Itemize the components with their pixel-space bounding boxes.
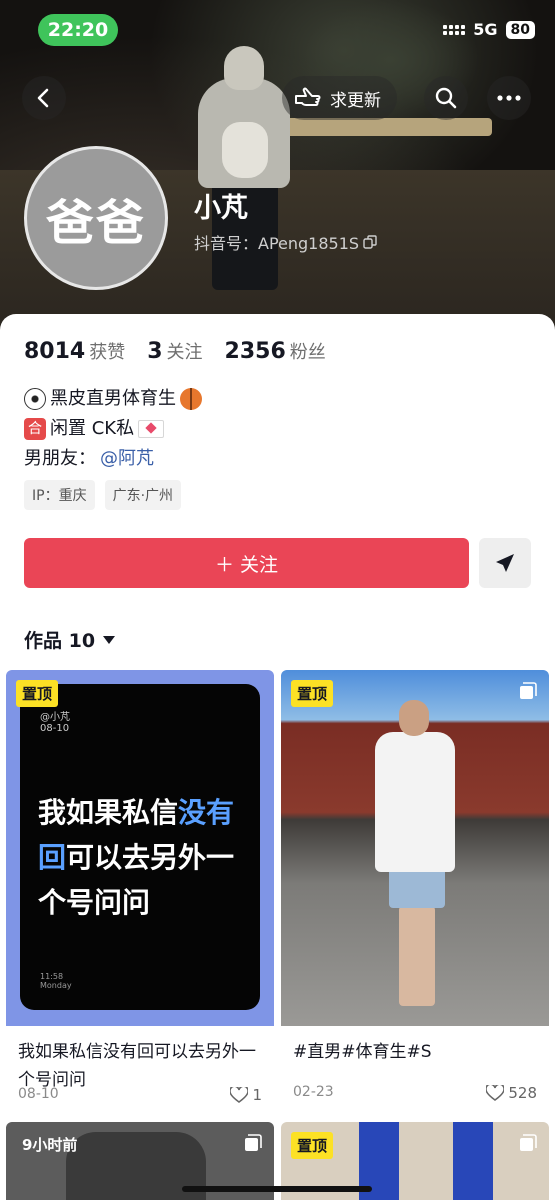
- douyin-id[interactable]: 抖音号：APeng1851S: [194, 230, 377, 254]
- stat-likes-label: 获赞: [89, 342, 126, 363]
- phone-time: 11:58: [40, 972, 64, 981]
- follow-button[interactable]: ＋ 关注: [24, 538, 469, 588]
- search-button[interactable]: [424, 76, 468, 120]
- phone-header: @小芃 08-10: [40, 708, 70, 734]
- battery-icon: 80: [505, 20, 535, 39]
- avatar[interactable]: 爸爸: [24, 146, 168, 290]
- profile-stats: 8014 获赞 3 关注 2356 粉丝: [24, 338, 326, 364]
- pinned-badge: 置顶: [291, 680, 334, 707]
- bio-text-2: 闲置 CK私: [50, 418, 135, 439]
- pinned-badge: 置顶: [16, 680, 59, 707]
- ip-location-tag: IP：重庆: [24, 480, 95, 510]
- stat-followers[interactable]: 2356 粉丝: [225, 338, 326, 364]
- phone-date: 08-10: [40, 723, 70, 734]
- work-likes[interactable]: 528: [486, 1084, 537, 1102]
- work-date: 08-10: [18, 1086, 59, 1102]
- photo-person-shorts: [389, 868, 445, 908]
- copy-icon: [363, 235, 377, 249]
- stat-following[interactable]: 3 关注: [147, 338, 202, 364]
- signal-icon: [443, 24, 466, 35]
- soccer-ball-icon: [24, 388, 46, 410]
- heart-icon: [230, 1087, 249, 1103]
- phone-text-d: 可以去另外一个号问问: [38, 841, 235, 919]
- bio-line-3: 男朋友： @阿芃: [24, 444, 202, 474]
- work-likes-count: 528: [508, 1084, 537, 1102]
- profile-nickname: 小芃: [194, 193, 248, 224]
- photo-person-shirt: [375, 732, 455, 872]
- stat-following-number: 3: [147, 339, 163, 364]
- stat-following-label: 关注: [166, 342, 203, 363]
- work-thumbnail: @小芃 08-10 我如果私信没有回可以去另外一个号问问 11:58 Monda…: [6, 670, 274, 1026]
- cover-bench: [284, 118, 492, 136]
- gallery-icon: [245, 1134, 262, 1151]
- stat-followers-label: 粉丝: [289, 342, 326, 363]
- dropdown-caret-icon: [103, 635, 116, 644]
- work-thumbnail: 置顶: [281, 670, 549, 1026]
- stat-likes-number: 8014: [24, 339, 86, 364]
- closed-icon: 合: [24, 418, 46, 440]
- back-icon: [37, 88, 49, 108]
- status-indicators: 5G 80: [443, 20, 535, 39]
- work-card[interactable]: @小芃 08-10 我如果私信没有回可以去另外一个号问问 11:58 Monda…: [6, 670, 274, 1114]
- phone-user: @小芃: [40, 712, 70, 723]
- work-caption: #直男#体育生#S: [293, 1042, 432, 1062]
- phone-clock: 11:58 Monday: [40, 972, 72, 990]
- bio-text-1: 黑皮直男体育生: [50, 388, 176, 409]
- love-letter-icon: [138, 420, 165, 438]
- tab-works[interactable]: 作品 10: [24, 626, 116, 653]
- cover-person-head: [224, 46, 264, 90]
- request-update-button[interactable]: 求更新: [282, 76, 397, 120]
- bio-line-2: 合 闲置 CK私: [24, 414, 202, 444]
- work-card[interactable]: 置顶 #直男#体育生#S 02-23 528: [281, 670, 549, 1112]
- profile-tags: IP：重庆 广东·广州: [24, 480, 182, 510]
- phone-day: Monday: [40, 981, 72, 990]
- bio-line-1: 黑皮直男体育生: [24, 384, 202, 414]
- home-indicator: [182, 1186, 372, 1192]
- bio-text-3: 男朋友：: [24, 448, 96, 469]
- douyin-id-text: 抖音号：APeng1851S: [194, 234, 360, 253]
- bio-mention-link[interactable]: @阿芃: [100, 444, 154, 474]
- pointing-hand-icon: [295, 87, 321, 106]
- network-label: 5G: [473, 20, 498, 39]
- profile-bio: 黑皮直男体育生 合 闲置 CK私 男朋友： @阿芃: [24, 384, 202, 474]
- cover-bag: [222, 122, 268, 178]
- stat-followers-number: 2356: [224, 339, 286, 364]
- more-button[interactable]: [487, 76, 531, 120]
- status-time: 22:20: [38, 14, 118, 46]
- phone-message: 我如果私信没有回可以去另外一个号问问: [38, 790, 248, 925]
- work-thumbnail-sock-right: [453, 1122, 493, 1200]
- search-icon: [435, 87, 457, 109]
- share-button[interactable]: [479, 538, 531, 588]
- heart-icon: [486, 1085, 505, 1101]
- phone-text-a: 我如果私信: [38, 796, 179, 829]
- phone-text-b: 没: [178, 796, 207, 829]
- city-tag[interactable]: 广东·广州: [104, 480, 182, 510]
- tab-works-label: 作品 10: [24, 630, 96, 652]
- more-icon: [497, 95, 521, 101]
- stat-likes[interactable]: 8014 获赞: [24, 338, 125, 364]
- photo-person-head: [399, 700, 429, 736]
- back-button[interactable]: [22, 76, 66, 120]
- basketball-icon: [180, 388, 202, 410]
- time-badge: 9小时前: [22, 1136, 78, 1154]
- screenshot-phone: @小芃 08-10 我如果私信没有回可以去另外一个号问问 11:58 Monda…: [20, 684, 260, 1010]
- request-update-label: 求更新: [330, 90, 381, 111]
- work-date: 02-23: [293, 1084, 334, 1100]
- work-likes-count: 1: [252, 1086, 262, 1104]
- photo-person-legs: [399, 906, 435, 1006]
- gallery-icon: [520, 682, 537, 699]
- gallery-icon: [520, 1134, 537, 1151]
- pinned-badge: 置顶: [291, 1132, 334, 1159]
- work-likes[interactable]: 1: [230, 1086, 262, 1104]
- send-icon: [496, 554, 514, 572]
